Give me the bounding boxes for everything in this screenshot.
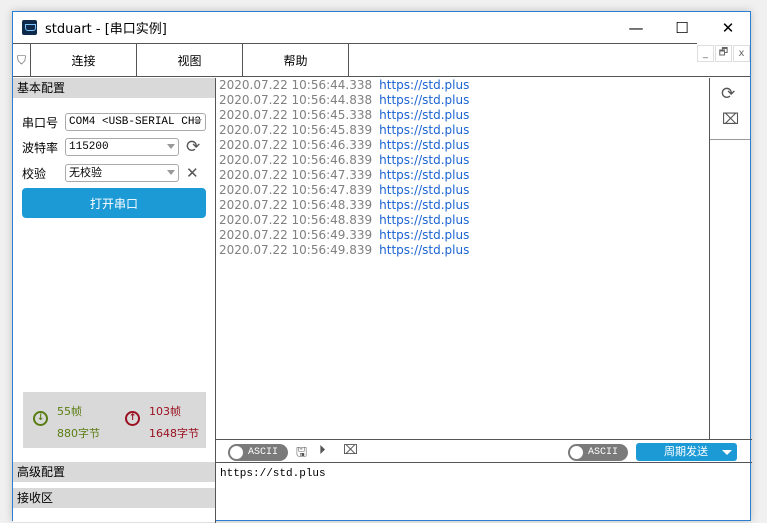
- log-timestamp: 2020.07.22 10:56:44.338: [219, 78, 373, 92]
- log-line: 2020.07.22 10:56:46.339 https://std.plus: [219, 138, 709, 153]
- periodic-send-label: 周期发送: [664, 445, 708, 458]
- clear-brush-icon[interactable]: ⌧: [722, 110, 739, 128]
- log-text: https://std.plus: [379, 138, 470, 152]
- mdi-close-button[interactable]: x: [733, 45, 750, 62]
- tx-ascii-toggle[interactable]: ASCII: [568, 444, 628, 461]
- rx-ascii-toggle[interactable]: ASCII: [228, 444, 288, 461]
- log-timestamp: 2020.07.22 10:56:49.839: [219, 243, 373, 257]
- menu-view[interactable]: 视图: [137, 44, 243, 77]
- log-line: 2020.07.22 10:56:45.338 https://std.plus: [219, 108, 709, 123]
- baud-label: 波特率: [22, 140, 59, 155]
- log-text: https://std.plus: [379, 243, 470, 257]
- log-line: 2020.07.22 10:56:49.339 https://std.plus: [219, 228, 709, 243]
- baud-value: 115200: [69, 141, 109, 153]
- periodic-send-button[interactable]: 周期发送: [636, 443, 737, 461]
- log-text: https://std.plus: [379, 228, 470, 242]
- plug-icon[interactable]: ⛉: [13, 44, 31, 77]
- close-button[interactable]: ✕: [705, 12, 751, 43]
- app-window: stduart - [串口实例] — ☐ ✕ ⛉ 连接 视图 帮助 _ 🗗 x …: [12, 11, 752, 523]
- chevron-down-icon: [167, 144, 175, 149]
- clear-brush-icon[interactable]: ⌧: [343, 443, 358, 458]
- log-timestamp: 2020.07.22 10:56:48.839: [219, 213, 373, 227]
- log-timestamp: 2020.07.22 10:56:49.339: [219, 228, 373, 242]
- log-text: https://std.plus: [379, 93, 470, 107]
- app-icon: [22, 20, 37, 35]
- chevron-down-icon: [167, 170, 175, 175]
- parity-select[interactable]: 无校验: [65, 164, 179, 182]
- port-label: 串口号: [22, 115, 59, 130]
- receive-log[interactable]: 2020.07.22 10:56:44.338 https://std.plus 2…: [215, 78, 710, 440]
- menu-connect[interactable]: 连接: [31, 44, 137, 77]
- log-timestamp: 2020.07.22 10:56:45.839: [219, 123, 373, 137]
- upload-icon: ↑: [125, 411, 140, 426]
- log-text: https://std.plus: [379, 168, 470, 182]
- minimize-button[interactable]: —: [613, 12, 659, 43]
- parity-value: 无校验: [69, 166, 102, 179]
- log-timestamp: 2020.07.22 10:56:45.338: [219, 108, 373, 122]
- log-line: 2020.07.22 10:56:44.838 https://std.plus: [219, 93, 709, 108]
- config-panel: 基本配置 串口号 COM4 <USB-SERIAL CH3 波特率 115200…: [13, 78, 215, 522]
- play-icon[interactable]: ⏵: [319, 443, 326, 458]
- save-icon[interactable]: 🖫: [296, 443, 307, 465]
- rx-bytes: 880字节: [57, 427, 100, 440]
- log-timestamp: 2020.07.22 10:56:44.838: [219, 93, 373, 107]
- tx-bytes: 1648字节: [149, 427, 199, 440]
- log-line: 2020.07.22 10:56:48.839 https://std.plus: [219, 213, 709, 228]
- window-title: stduart - [串口实例]: [45, 22, 167, 37]
- tools-icon[interactable]: ✕: [186, 164, 199, 182]
- log-line: 2020.07.22 10:56:48.339 https://std.plus: [219, 198, 709, 213]
- mdi-restore-button[interactable]: 🗗: [715, 45, 732, 62]
- maximize-button[interactable]: ☐: [659, 12, 705, 43]
- title-bar: stduart - [串口实例] — ☐ ✕: [13, 12, 750, 43]
- log-timestamp: 2020.07.22 10:56:46.339: [219, 138, 373, 152]
- refresh-icon[interactable]: ⟳: [186, 137, 200, 157]
- baud-select[interactable]: 115200: [65, 138, 179, 156]
- receive-area-header[interactable]: 接收区: [13, 488, 215, 508]
- log-text: https://std.plus: [379, 213, 470, 227]
- log-timestamp: 2020.07.22 10:56:46.839: [219, 153, 373, 167]
- log-line: 2020.07.22 10:56:46.839 https://std.plus: [219, 153, 709, 168]
- port-select[interactable]: COM4 <USB-SERIAL CH3: [65, 113, 206, 131]
- log-line: 2020.07.22 10:56:44.338 https://std.plus: [219, 78, 709, 93]
- menu-help[interactable]: 帮助: [243, 44, 349, 77]
- log-text: https://std.plus: [379, 153, 470, 167]
- rx-frames: 55帧: [57, 405, 82, 418]
- port-value: COM4 <USB-SERIAL CH3: [69, 116, 202, 128]
- download-icon: ↓: [33, 411, 48, 426]
- send-toolbar: ASCII 🖫 ⏵ ⌧ ASCII 周期发送: [215, 439, 752, 463]
- log-line: 2020.07.22 10:56:45.839 https://std.plus: [219, 123, 709, 138]
- menu-bar: ⛉ 连接 视图 帮助 _ 🗗 x: [13, 43, 750, 77]
- log-line: 2020.07.22 10:56:47.839 https://std.plus: [219, 183, 709, 198]
- log-line: 2020.07.22 10:56:49.839 https://std.plus: [219, 243, 709, 258]
- log-timestamp: 2020.07.22 10:56:47.339: [219, 168, 373, 182]
- advanced-config-header[interactable]: 高级配置: [13, 462, 215, 482]
- log-text: https://std.plus: [379, 183, 470, 197]
- parity-label: 校验: [22, 166, 47, 181]
- chevron-down-icon[interactable]: [722, 450, 732, 455]
- log-text: https://std.plus: [379, 123, 470, 137]
- send-input[interactable]: https://std.plus: [215, 463, 752, 523]
- log-line: 2020.07.22 10:56:47.339 https://std.plus: [219, 168, 709, 183]
- log-text: https://std.plus: [379, 198, 470, 212]
- open-port-button[interactable]: 打开串口: [22, 188, 206, 218]
- chevron-down-icon: [194, 119, 202, 124]
- log-timestamp: 2020.07.22 10:56:48.339: [219, 198, 373, 212]
- log-text: https://std.plus: [379, 78, 470, 92]
- basic-config-header[interactable]: 基本配置: [13, 78, 215, 98]
- refresh-icon[interactable]: ⟳: [721, 84, 735, 104]
- log-timestamp: 2020.07.22 10:56:47.839: [219, 183, 373, 197]
- log-toolbar: ⟳ ⌧: [710, 78, 750, 140]
- traffic-stats: ↓ 55帧 880字节 ↑ 103帧 1648字节: [23, 392, 206, 448]
- mdi-minimize-button[interactable]: _: [697, 45, 714, 62]
- log-text: https://std.plus: [379, 108, 470, 122]
- tx-frames: 103帧: [149, 405, 181, 418]
